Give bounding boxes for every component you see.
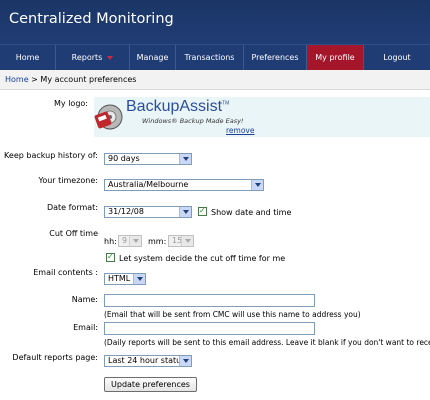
date-format-select-value: 31/12/08 <box>108 207 144 216</box>
breadcrumb-current: My account preferences <box>40 75 137 84</box>
email-contents-select[interactable]: HTML <box>104 273 146 285</box>
logo-brand-text: BackupAssistTM <box>126 98 229 116</box>
date-format-select[interactable]: 31/12/08 <box>104 206 192 218</box>
cutoff-hh-label: hh: <box>104 237 117 246</box>
logo-tagline: Windows® Backup Made Easy! <box>142 117 244 125</box>
breadcrumb-bar: Home > My account preferences <box>0 70 430 90</box>
dropdown-arrow-icon <box>129 236 141 246</box>
logo-label: My logo: <box>54 99 88 108</box>
email-contents-label: Email contents : <box>33 268 98 277</box>
nav-manage[interactable]: Manage <box>130 45 176 70</box>
timezone-label: Your timezone: <box>38 176 98 185</box>
system-decide-cutoff-label: Let system decide the cut off time for m… <box>119 254 286 263</box>
cutoff-mm-label: mm: <box>148 237 167 246</box>
show-date-time-checkbox[interactable] <box>198 206 207 216</box>
history-select-value: 90 days <box>108 154 140 163</box>
logo-brand: BackupAssist <box>126 98 223 115</box>
nav-logout[interactable]: Logout <box>364 45 430 70</box>
nav-preferences[interactable]: Preferences <box>244 45 307 70</box>
main-nav: Home Reports Manage Transactions Prefere… <box>0 44 430 70</box>
email-contents-value: HTML <box>108 274 131 283</box>
cutoff-mm-select[interactable]: 15 <box>168 235 194 247</box>
nav-home[interactable]: Home <box>0 45 56 70</box>
timezone-select[interactable]: Australia/Melbourne <box>104 179 264 191</box>
remove-logo-link[interactable]: remove <box>226 126 254 135</box>
cutoff-hh-select[interactable]: 9 <box>118 235 142 247</box>
dropdown-arrow-icon <box>133 274 145 284</box>
nav-reports[interactable]: Reports <box>56 45 130 70</box>
breadcrumb-home-link[interactable]: Home <box>5 75 29 84</box>
breadcrumb: Home > My account preferences <box>5 75 136 84</box>
email-hint: (Daily reports will be sent to this emai… <box>104 338 430 347</box>
email-label: Email: <box>73 323 98 332</box>
logo-preview: BackupAssistTM Windows® Backup Made Easy… <box>94 97 430 137</box>
breadcrumb-separator: > <box>28 75 41 84</box>
dropdown-arrow-icon <box>181 236 193 246</box>
nav-transactions[interactable]: Transactions <box>176 45 244 70</box>
default-report-value: Last 24 hour status <box>108 356 186 365</box>
dropdown-arrow-icon <box>179 154 191 164</box>
dropdown-arrow-icon <box>179 207 191 217</box>
name-hint: (Email that will be sent from CMC will u… <box>104 310 361 319</box>
nav-reports-label: Reports <box>71 53 103 62</box>
name-input[interactable] <box>104 294 315 307</box>
app-title: Centralized Monitoring <box>9 11 174 27</box>
date-format-label: Date format: <box>46 203 98 212</box>
backupassist-logo-icon <box>94 104 123 130</box>
timezone-select-value: Australia/Melbourne <box>108 180 189 189</box>
history-label: Keep backup history of: <box>4 151 98 160</box>
dropdown-arrow-icon <box>179 356 191 366</box>
name-label: Name: <box>71 295 98 304</box>
logo-tm: TM <box>222 100 230 107</box>
chevron-down-icon <box>107 55 114 60</box>
update-preferences-button[interactable]: Update preferences <box>104 377 197 392</box>
cutoff-hh-value: 9 <box>122 236 128 245</box>
email-input[interactable] <box>104 322 315 335</box>
default-report-label: Default reports page: <box>12 353 98 362</box>
show-date-time-label: Show date and time <box>211 208 292 217</box>
dropdown-arrow-icon <box>251 180 263 190</box>
system-decide-cutoff-checkbox[interactable] <box>106 252 115 262</box>
app-header: Centralized Monitoring <box>0 0 430 44</box>
nav-my-profile[interactable]: My profile <box>307 45 364 70</box>
cutoff-label: Cut Off time <box>49 229 98 238</box>
default-report-select[interactable]: Last 24 hour status <box>104 355 192 367</box>
history-select[interactable]: 90 days <box>104 153 192 165</box>
